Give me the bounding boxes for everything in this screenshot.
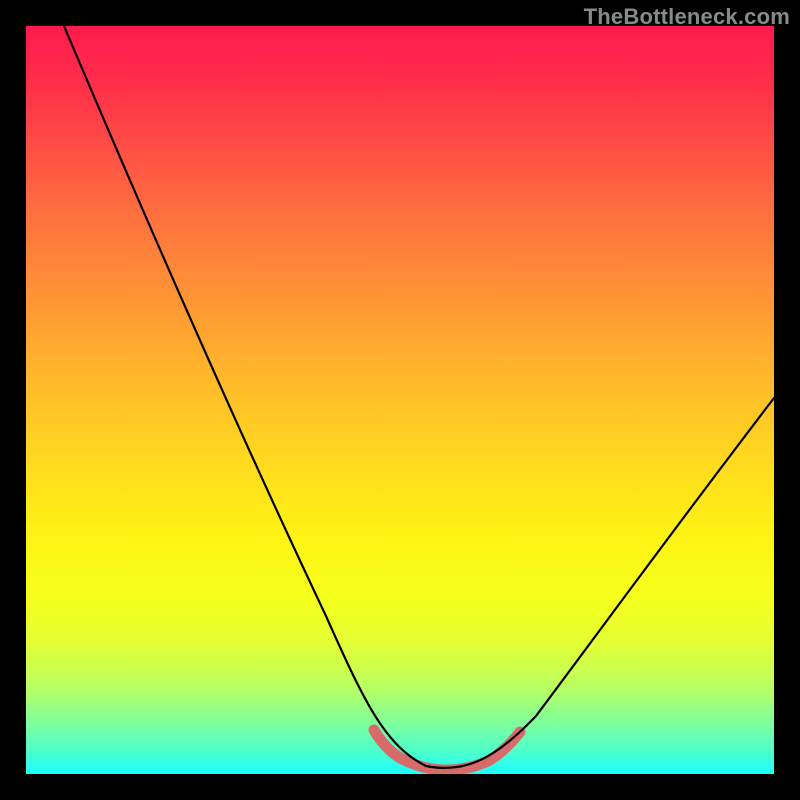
plot-area <box>26 26 774 774</box>
watermark-text: TheBottleneck.com <box>584 4 790 30</box>
bottleneck-curve-line <box>64 26 774 768</box>
bottleneck-curve-svg <box>26 26 774 774</box>
chart-frame: TheBottleneck.com <box>0 0 800 800</box>
